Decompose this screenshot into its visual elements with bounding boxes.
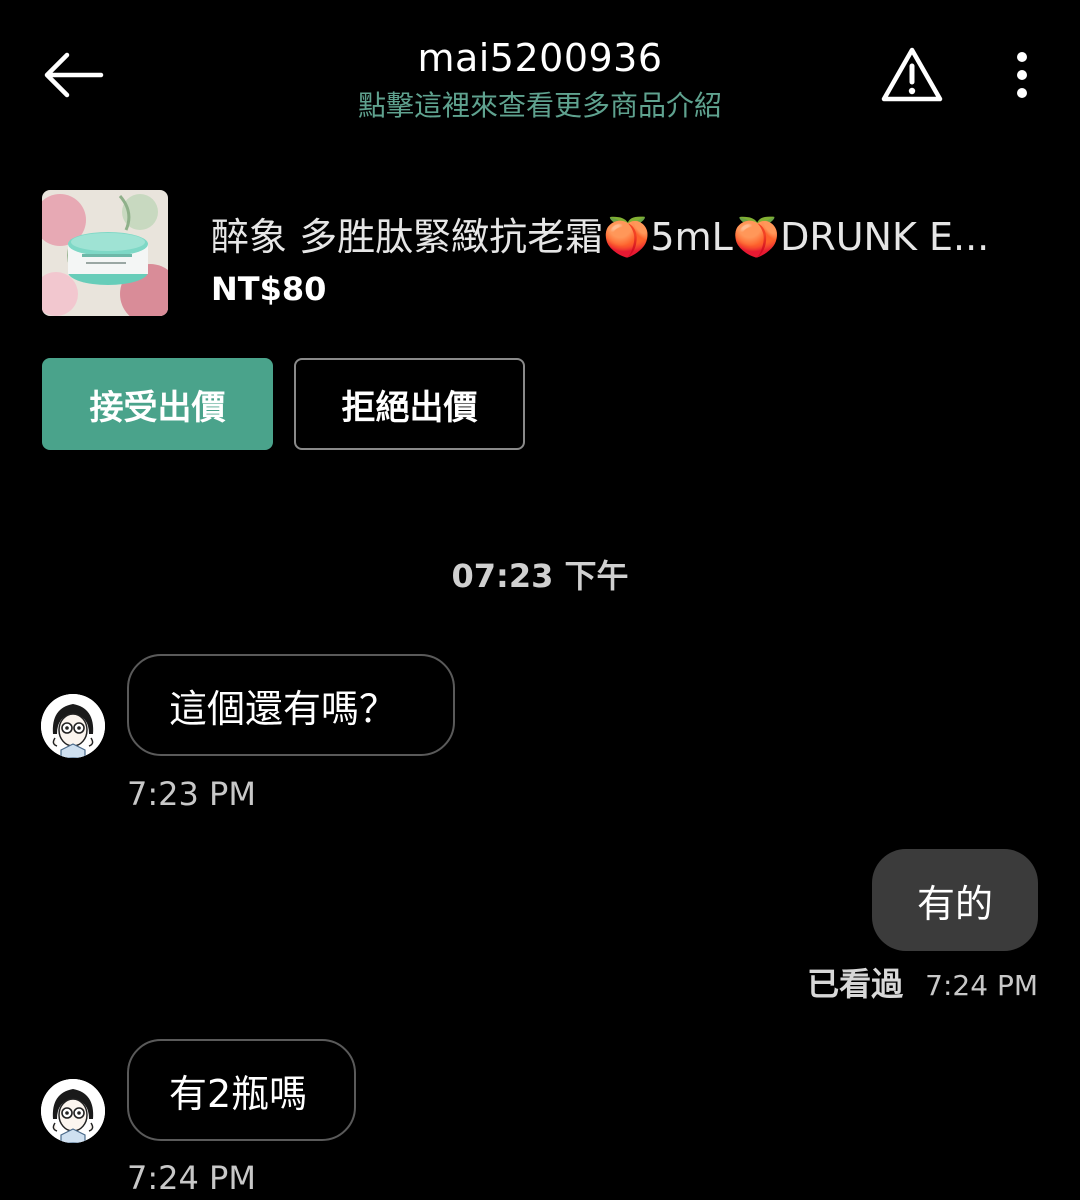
- date-separator: 07:23 下午: [451, 557, 629, 595]
- warning-triangle-icon: [881, 47, 943, 102]
- avatar[interactable]: [41, 1079, 105, 1143]
- more-vertical-icon: [1017, 52, 1027, 98]
- message-bubble-outgoing[interactable]: 有的: [872, 849, 1038, 951]
- user-avatar-icon: [41, 694, 105, 758]
- more-options-button[interactable]: [996, 40, 1048, 110]
- message-bubble-incoming[interactable]: 有2瓶嗎: [127, 1039, 356, 1141]
- message-time: 7:24 PM: [925, 969, 1038, 1002]
- view-product-link[interactable]: 點擊這裡來查看更多商品介紹: [240, 86, 840, 126]
- message-time: 7:23 PM: [127, 775, 256, 813]
- product-thumbnail[interactable]: [42, 190, 168, 316]
- message-status-row: 已看過 7:24 PM: [700, 962, 1038, 1006]
- accept-offer-button[interactable]: 接受出價: [42, 358, 273, 450]
- back-button[interactable]: [30, 40, 116, 110]
- back-arrow-icon: [44, 52, 104, 98]
- product-price: NT$80: [211, 270, 327, 308]
- message-text: 有的: [916, 881, 993, 926]
- header-title-area[interactable]: mai5200936 點擊這裡來查看更多商品介紹: [240, 30, 840, 126]
- page-title: mai5200936: [417, 36, 663, 80]
- message-time: 7:24 PM: [127, 1159, 256, 1197]
- product-name[interactable]: 醉象 多胜肽緊緻抗老霜🍑5mL🍑DRUNK E...: [211, 210, 1041, 264]
- message-bubble-incoming[interactable]: 這個還有嗎？: [127, 654, 455, 756]
- message-text: 有2瓶嗎: [169, 1071, 308, 1116]
- product-image: [42, 190, 168, 316]
- avatar[interactable]: [41, 694, 105, 758]
- read-receipt: 已看過: [807, 965, 904, 1003]
- report-button[interactable]: [872, 40, 952, 110]
- user-avatar-icon: [41, 1079, 105, 1143]
- decline-offer-button[interactable]: 拒絕出價: [294, 358, 525, 450]
- message-text: 這個還有嗎？: [169, 686, 398, 731]
